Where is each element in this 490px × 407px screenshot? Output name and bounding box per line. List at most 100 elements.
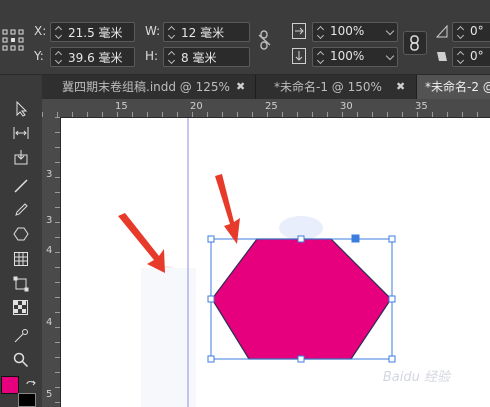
- tab-document-1[interactable]: 冀四期末卷组稿.indd @ 125% ✖: [42, 75, 256, 99]
- ruler-tick: [207, 112, 208, 117]
- ruler-label: 25: [265, 101, 278, 112]
- ruler-label: 4: [46, 317, 53, 328]
- x-label: X:: [34, 24, 47, 38]
- shear-angle-value: 0°: [470, 49, 484, 63]
- tab-label: *未命名-1 @ 150%: [274, 80, 382, 94]
- ruler-tick: [192, 112, 193, 117]
- width-field[interactable]: 12 毫米: [163, 22, 250, 42]
- handle-top-right[interactable]: [388, 235, 396, 243]
- ruler-label: 5: [46, 389, 53, 400]
- rotate-stepper-icon[interactable]: [456, 24, 466, 40]
- ruler-label: 4: [46, 245, 53, 256]
- ruler-tick: [55, 162, 60, 163]
- gradient-tool-icon[interactable]: [13, 300, 29, 316]
- free-transform-tool-icon[interactable]: [13, 276, 29, 292]
- ruler-tick: [162, 112, 163, 117]
- horizontal-ruler[interactable]: 15 20 25 30 35: [42, 99, 490, 118]
- ruler-tick: [55, 177, 60, 178]
- y-label: Y:: [34, 49, 44, 63]
- table-tool-icon[interactable]: [13, 251, 29, 267]
- corner-options-handle[interactable]: [351, 234, 360, 243]
- tab-label: 冀四期末卷组稿.indd @ 125%: [62, 80, 230, 94]
- constrain-proportions-icon[interactable]: [258, 30, 272, 50]
- width-stepper-icon[interactable]: [167, 24, 177, 40]
- content-collector-tool-icon[interactable]: [13, 149, 29, 165]
- ruler-label: 15: [115, 101, 128, 112]
- constrain-scale-button[interactable]: [403, 31, 427, 55]
- line-tool-icon[interactable]: [13, 178, 29, 194]
- document-canvas[interactable]: Baidu 经验: [61, 118, 490, 407]
- scale-x-field[interactable]: 100%: [312, 22, 398, 42]
- scale-y-stepper-icon[interactable]: [316, 49, 326, 65]
- swap-colors-icon[interactable]: [24, 378, 40, 394]
- rotate-angle-value: 0°: [470, 24, 484, 38]
- ruler-tick: [55, 402, 60, 403]
- handle-middle-right[interactable]: [388, 295, 396, 303]
- x-position-value: 21.5 毫米: [68, 26, 123, 40]
- ruler-tick: [55, 297, 60, 298]
- canvas-artwork: [118, 118, 396, 407]
- handle-middle-left[interactable]: [207, 295, 215, 303]
- ruler-tick: [357, 112, 358, 117]
- tab-document-3[interactable]: *未命名-2 @: [417, 75, 490, 99]
- pencil-tool-icon[interactable]: [13, 202, 29, 218]
- scale-x-dropdown-icon[interactable]: [385, 26, 395, 36]
- ruler-tick: [447, 112, 448, 117]
- height-stepper-icon[interactable]: [167, 49, 177, 65]
- handle-top-left[interactable]: [207, 235, 215, 243]
- direct-selection-tool-icon[interactable]: [13, 100, 29, 117]
- eyedropper-tool-icon[interactable]: [13, 328, 29, 344]
- shear-angle-field[interactable]: 0°: [452, 47, 490, 67]
- ruler-tick: [147, 112, 148, 117]
- ruler-tick: [252, 112, 253, 117]
- fill-color-swatch[interactable]: [1, 376, 19, 394]
- height-value: 8 毫米: [181, 51, 217, 65]
- ruler-tick: [297, 112, 298, 117]
- x-position-field[interactable]: 21.5 毫米: [50, 22, 135, 42]
- control-panel: X: 21.5 毫米 Y: 39.6 毫米 W: 12 毫米 H: 8 毫米 1…: [0, 0, 490, 75]
- ruler-tick: [55, 192, 60, 193]
- ruler-tick: [237, 112, 238, 117]
- ruler-tick: [327, 112, 328, 117]
- y-stepper-icon[interactable]: [54, 49, 64, 65]
- zoom-tool-icon[interactable]: [13, 352, 29, 368]
- ruler-tick: [55, 237, 60, 238]
- ruler-tick: [402, 112, 403, 117]
- scale-y-dropdown-icon[interactable]: [385, 51, 395, 61]
- handle-bottom-center[interactable]: [297, 355, 305, 363]
- scale-x-value: 100%: [330, 24, 365, 38]
- ruler-tick: [55, 132, 60, 133]
- height-field[interactable]: 8 毫米: [163, 47, 250, 67]
- shear-stepper-icon[interactable]: [456, 49, 466, 65]
- ruler-tick: [55, 312, 60, 313]
- ruler-tick: [267, 112, 268, 117]
- polygon-frame-tool-icon[interactable]: [13, 226, 29, 242]
- ruler-tick: [117, 112, 118, 117]
- tab-document-2[interactable]: *未命名-1 @ 150% ✖: [256, 75, 417, 99]
- w-label: W:: [145, 24, 161, 38]
- x-stepper-icon[interactable]: [54, 24, 64, 40]
- rotate-angle-field[interactable]: 0°: [452, 22, 490, 42]
- tab-close-icon[interactable]: ✖: [236, 75, 245, 99]
- ruler-tick: [55, 342, 60, 343]
- gap-tool-icon[interactable]: [13, 125, 29, 141]
- vertical-ruler[interactable]: 3 3 4 4 5: [42, 117, 61, 407]
- stroke-color-swatch[interactable]: [18, 393, 36, 407]
- handle-top-center[interactable]: [297, 235, 305, 243]
- hexagon-shape[interactable]: [211, 238, 392, 360]
- reference-point-icon[interactable]: [2, 29, 24, 51]
- scale-x-stepper-icon[interactable]: [316, 24, 326, 40]
- scale-y-field[interactable]: 100%: [312, 47, 398, 67]
- y-position-field[interactable]: 39.6 毫米: [50, 47, 135, 67]
- ruler-tick: [132, 112, 133, 117]
- y-position-value: 39.6 毫米: [68, 51, 123, 65]
- ruler-tick: [72, 112, 73, 117]
- tools-panel: [0, 75, 43, 407]
- ruler-tick: [55, 282, 60, 283]
- handle-bottom-left[interactable]: [207, 355, 215, 363]
- ruler-label: 30: [340, 101, 353, 112]
- tab-close-icon[interactable]: ✖: [396, 75, 405, 99]
- ruler-tick: [55, 267, 60, 268]
- handle-bottom-right[interactable]: [388, 355, 396, 363]
- ruler-tick: [432, 112, 433, 117]
